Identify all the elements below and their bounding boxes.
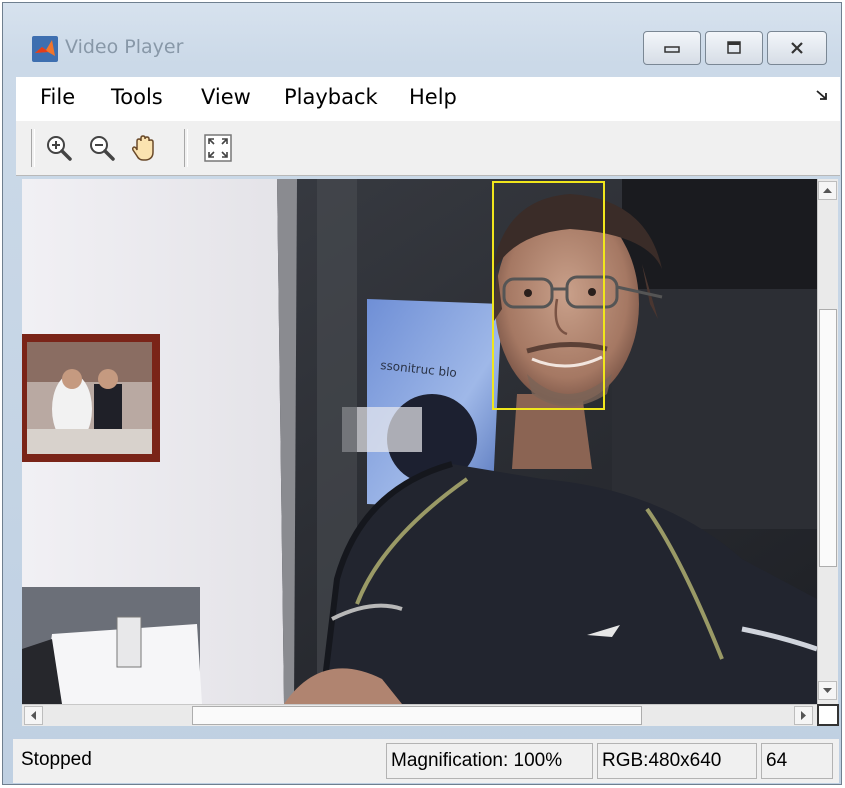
title-bar[interactable]: Video Player — [3, 3, 841, 75]
zoom-in-icon[interactable] — [43, 132, 75, 164]
vertical-scroll-thumb[interactable] — [819, 309, 837, 567]
maximize-button[interactable] — [705, 31, 763, 65]
toolbar-separator — [184, 129, 188, 167]
menu-tools[interactable]: Tools — [111, 85, 163, 109]
video-frame-image: ssonitruc blo — [22, 179, 817, 704]
video-frame[interactable]: ssonitruc blo — [22, 179, 817, 704]
horizontal-scrollbar[interactable] — [22, 704, 817, 726]
vertical-scrollbar[interactable] — [817, 179, 838, 704]
minimize-icon — [664, 46, 680, 53]
toolbar-separator — [31, 129, 35, 167]
status-magnification: Magnification: 100% — [386, 743, 593, 779]
dock-arrow-icon[interactable] — [816, 89, 828, 101]
close-icon — [791, 42, 803, 54]
scroll-right-arrow-icon — [801, 711, 806, 720]
horizontal-scroll-thumb[interactable] — [192, 706, 642, 725]
scroll-left-button[interactable] — [24, 706, 43, 725]
menu-playback[interactable]: Playback — [284, 85, 378, 109]
scroll-up-arrow-icon — [823, 188, 832, 193]
menu-view[interactable]: View — [201, 85, 251, 109]
scrollbar-corner — [817, 704, 839, 726]
menu-help[interactable]: Help — [409, 85, 457, 109]
menu-bar: File Tools View Playback Help — [16, 77, 840, 121]
status-frame-number: 64 — [761, 743, 833, 779]
status-state: Stopped — [21, 749, 92, 770]
menu-file[interactable]: File — [40, 85, 75, 109]
window-title: Video Player — [65, 36, 184, 58]
zoom-out-icon[interactable] — [86, 132, 118, 164]
scroll-up-button[interactable] — [818, 181, 837, 200]
maximize-icon — [727, 41, 741, 54]
pan-hand-icon[interactable] — [128, 132, 160, 164]
status-image-type: RGB:480x640 — [597, 743, 757, 779]
close-button[interactable] — [767, 31, 827, 65]
matlab-logo-icon — [32, 36, 58, 62]
scroll-left-arrow-icon — [31, 711, 36, 720]
scroll-down-button[interactable] — [818, 681, 837, 700]
fit-to-window-icon[interactable] — [202, 132, 234, 164]
scroll-down-arrow-icon — [823, 688, 832, 693]
minimize-button[interactable] — [643, 31, 701, 65]
scroll-right-button[interactable] — [794, 706, 813, 725]
status-bar: Stopped Magnification: 100% RGB:480x640 … — [13, 739, 839, 783]
toolbar — [16, 121, 840, 176]
